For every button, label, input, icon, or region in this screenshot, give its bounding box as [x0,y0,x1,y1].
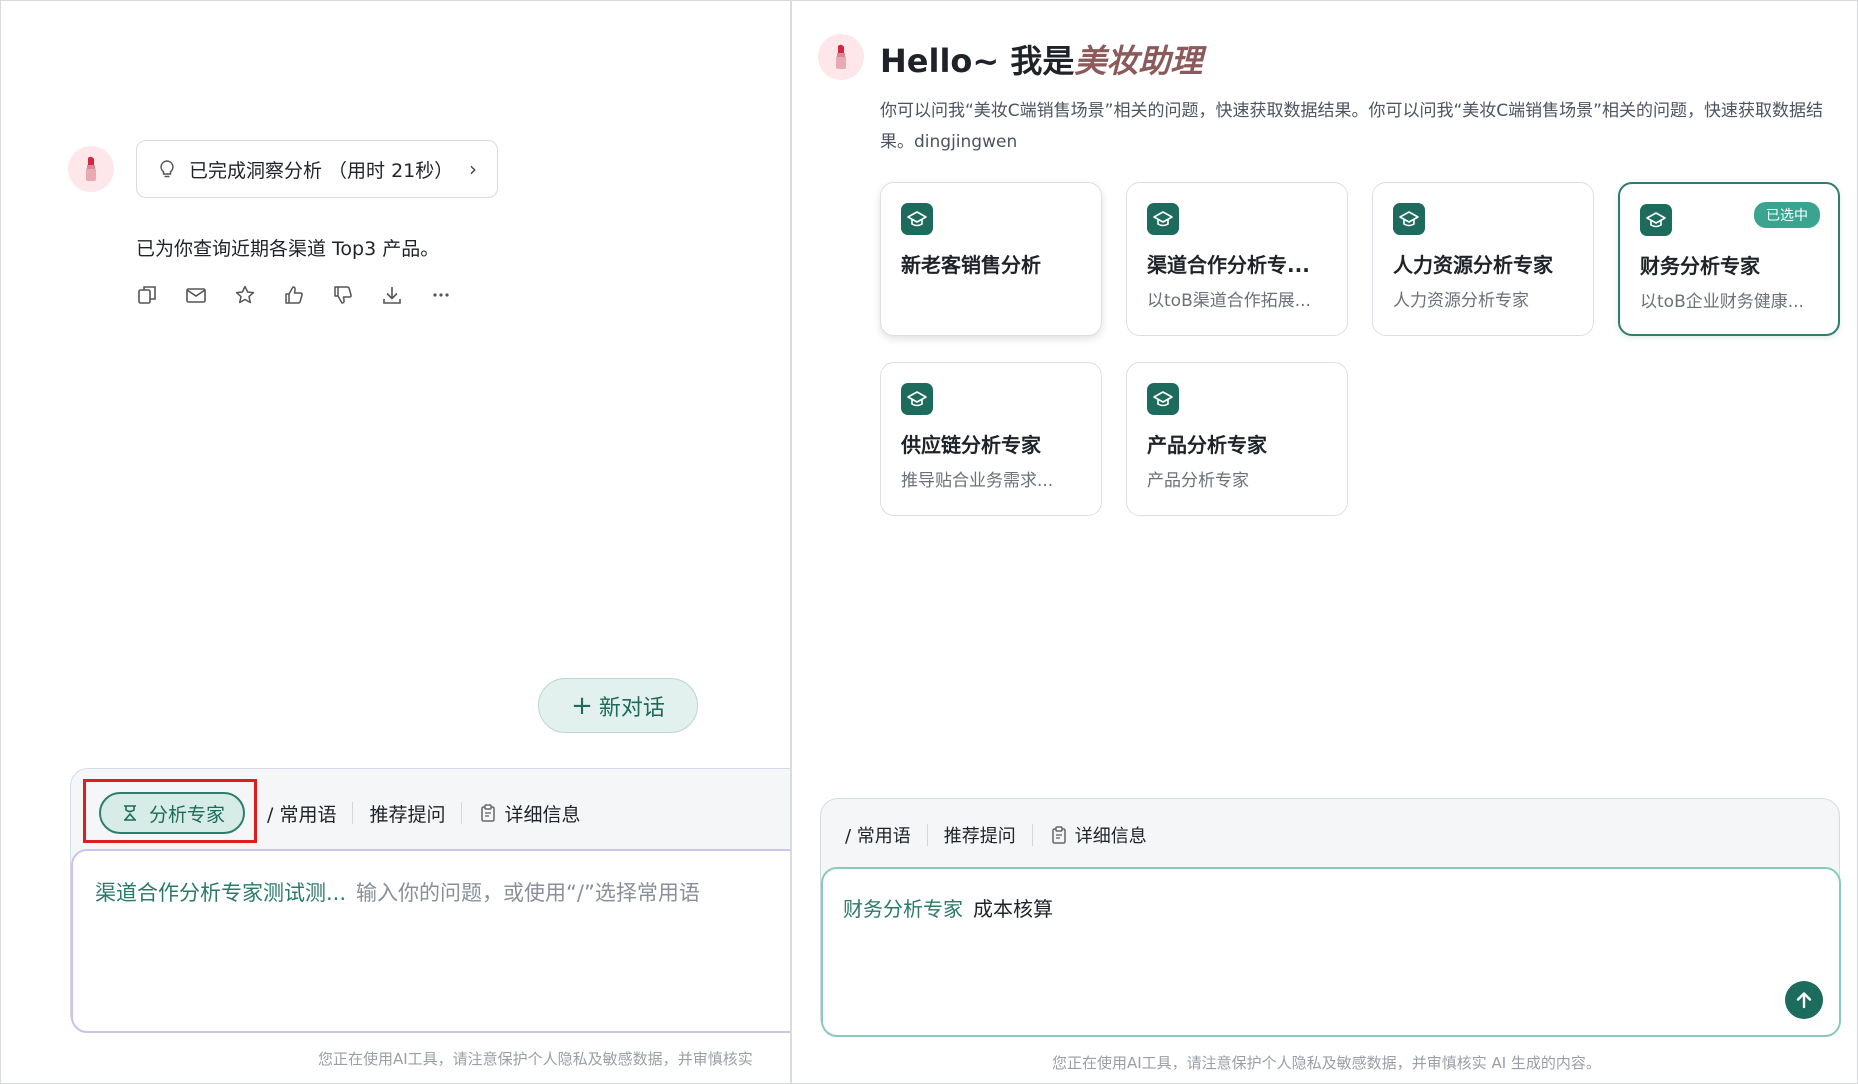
graduation-cap-icon [901,203,933,235]
plus-icon: + [571,690,593,721]
phrases-button[interactable]: / 常用语 [251,800,352,826]
expert-icon [124,805,136,821]
graduation-cap-icon [901,383,933,415]
left-chat-pane: 已完成洞察分析 （用时 21秒） › 已为你查询近期各渠道 Top3 产品。 +… [0,0,790,1084]
brand-name: 美妆助理 [1074,42,1203,80]
input-placeholder: 输入你的问题，或使用“/”选择常用语 [356,881,700,905]
phrases-button[interactable]: / 常用语 [829,822,927,848]
recommend-label: 推荐提问 [369,803,446,826]
recommend-button[interactable]: 推荐提问 [928,822,1032,848]
details-button[interactable]: 详细信息 [462,800,596,826]
assistant-avatar [68,146,114,192]
intro-text: 你可以问我“美妆C端销售场景”相关的问题，快速获取数据结果。你可以问我“美妆C端… [880,101,1823,152]
details-label: 详细信息 [504,803,581,826]
composer-toolbar-left: 分析专家 / 常用语 推荐提问 详细信息 [71,769,597,857]
expert-card[interactable]: 渠道合作分析专... 以toB渠道合作拓展... [1126,182,1348,336]
card-description: 以toB企业财务健康... [1640,292,1804,312]
star-icon[interactable] [234,284,256,306]
copy-icon[interactable] [136,284,158,306]
insight-label: 已完成洞察分析 （用时 21秒） [189,159,454,182]
thumbs-up-icon[interactable] [283,284,305,306]
right-welcome-pane: Hello~ 我是美妆助理 你可以问我“美妆C端销售场景”相关的问题，快速获取数… [792,0,1858,1084]
recommend-button[interactable]: 推荐提问 [353,800,461,826]
lightbulb-icon [160,160,174,178]
card-title: 人力资源分析专家 [1393,253,1553,277]
card-title: 财务分析专家 [1640,254,1760,278]
graduation-cap-icon [1393,203,1425,235]
disclaimer-right: 您正在使用AI工具，请注意保护个人隐私及敏感数据，并审慎核实 AI 生成的内容。 [1052,1054,1601,1072]
analysis-expert-button[interactable]: 分析专家 [99,792,246,834]
expert-card[interactable]: 新老客销售分析 [880,182,1102,336]
assistant-avatar [818,34,864,80]
arrow-up-icon [1796,992,1812,1009]
card-description: 以toB渠道合作拓展... [1147,291,1311,311]
download-icon[interactable] [381,284,403,306]
details-label: 详细信息 [1074,826,1147,847]
selected-expert-tag[interactable]: 财务分析专家 [843,897,963,921]
clipboard-icon [481,804,496,822]
card-description: 产品分析专家 [1147,471,1249,491]
more-icon[interactable] [430,284,452,306]
card-title: 产品分析专家 [1147,433,1267,457]
composer-left: 分析专家 / 常用语 推荐提问 详细信息 渠道合作分析专家测试测... 输入你的… [70,768,790,1033]
graduation-cap-icon [1147,203,1179,235]
graduation-cap-icon [1147,383,1179,415]
phrases-label: / 常用语 [267,803,337,826]
disclaimer-left: 您正在使用AI工具，请注意保护个人隐私及敏感数据，并审慎核实 [318,1050,753,1068]
greeting-text: Hello~ 我是 [880,42,1075,80]
greeting-heading: Hello~ 我是美妆助理 [880,36,1202,82]
composer-right: / 常用语 推荐提问 详细信息 财务分析专家 成本核算 [820,798,1841,1037]
lipstick-icon [836,44,846,69]
lipstick-icon [86,156,96,181]
card-description: 推导贴合业务需求... [901,471,1054,491]
new-chat-button[interactable]: + 新对话 [538,678,698,733]
card-title: 供应链分析专家 [901,433,1041,457]
chevron-right-icon: › [469,157,477,181]
graduation-cap-icon [1640,204,1672,236]
selected-expert-tag[interactable]: 渠道合作分析专家测试测... [95,881,346,905]
expert-card[interactable]: 人力资源分析专家 人力资源分析专家 [1372,182,1594,336]
clipboard-icon [1052,826,1066,844]
card-title: 渠道合作分析专... [1147,253,1310,277]
message-actions [136,284,452,306]
details-button[interactable]: 详细信息 [1033,822,1163,848]
card-title: 新老客销售分析 [901,253,1041,277]
insight-status-pill[interactable]: 已完成洞察分析 （用时 21秒） › [136,140,498,198]
selected-badge: 已选中 [1754,202,1820,228]
assistant-answer: 已为你查询近期各渠道 Top3 产品。 [136,238,440,260]
chat-input-right[interactable]: 财务分析专家 成本核算 [821,867,1841,1037]
send-button[interactable] [1785,981,1823,1019]
phrases-label: / 常用语 [845,826,911,847]
analysis-expert-label: 分析专家 [149,803,226,826]
card-description: 人力资源分析专家 [1393,291,1529,311]
mail-icon[interactable] [185,284,207,306]
expert-card[interactable]: 供应链分析专家 推导贴合业务需求... [880,362,1102,516]
input-value: 成本核算 [973,897,1053,921]
recommend-label: 推荐提问 [943,826,1016,847]
chat-input-left[interactable]: 渠道合作分析专家测试测... 输入你的问题，或使用“/”选择常用语 [71,849,790,1033]
thumbs-down-icon[interactable] [332,284,354,306]
new-chat-label: 新对话 [598,695,665,721]
composer-toolbar-right: / 常用语 推荐提问 详细信息 [821,799,1163,871]
expert-card-selected[interactable]: 已选中 财务分析专家 以toB企业财务健康... [1618,182,1840,336]
expert-card[interactable]: 产品分析专家 产品分析专家 [1126,362,1348,516]
